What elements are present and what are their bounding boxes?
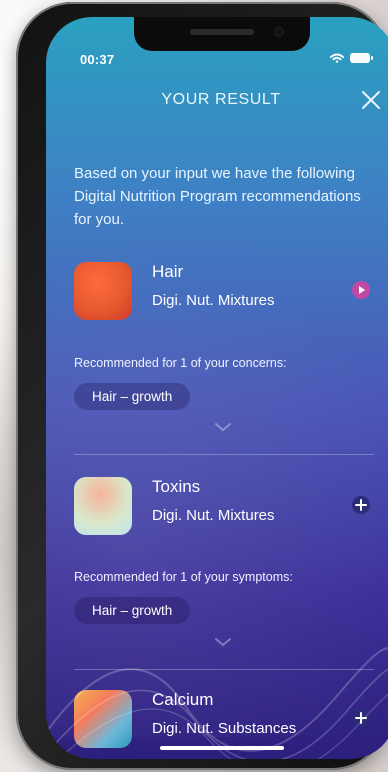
item-title: Hair [152,262,184,281]
recommended-text: Recommended for 1 of your concerns: [74,356,287,370]
intro-text: Based on your input we have the followin… [74,165,361,228]
status-time: 00:37 [80,52,115,67]
toxins-thumbnail [74,477,132,535]
plus-icon[interactable] [351,495,371,515]
hair-thumbnail [74,262,132,320]
battery-icon [350,53,373,63]
speaker [190,29,254,35]
chevron-down-icon[interactable] [214,422,232,432]
item-subtitle: Digi. Nut. Mixtures [152,507,275,524]
page-title: YOUR RESULT [161,91,281,108]
result-item-hair[interactable]: Hair Digi. Nut. Mixtures [74,262,371,342]
home-indicator[interactable] [160,746,284,750]
background-waves [46,647,388,759]
play-icon[interactable] [351,280,371,300]
camera [274,27,284,37]
result-item-toxins[interactable]: Toxins Digi. Nut. Mixtures [74,477,371,557]
item-subtitle: Digi. Nut. Mixtures [152,292,275,309]
wifi-icon [330,53,344,63]
divider [74,454,374,455]
notch [134,17,310,51]
phone-frame: 00:37 YOUR RESULT Based on your input we… [16,2,388,770]
status-icons [330,53,373,63]
close-icon[interactable] [360,89,382,111]
item-title: Toxins [152,477,201,496]
app-screen: 00:37 YOUR RESULT Based on your input we… [46,17,388,759]
chip-hair-growth[interactable]: Hair – growth [74,383,191,410]
